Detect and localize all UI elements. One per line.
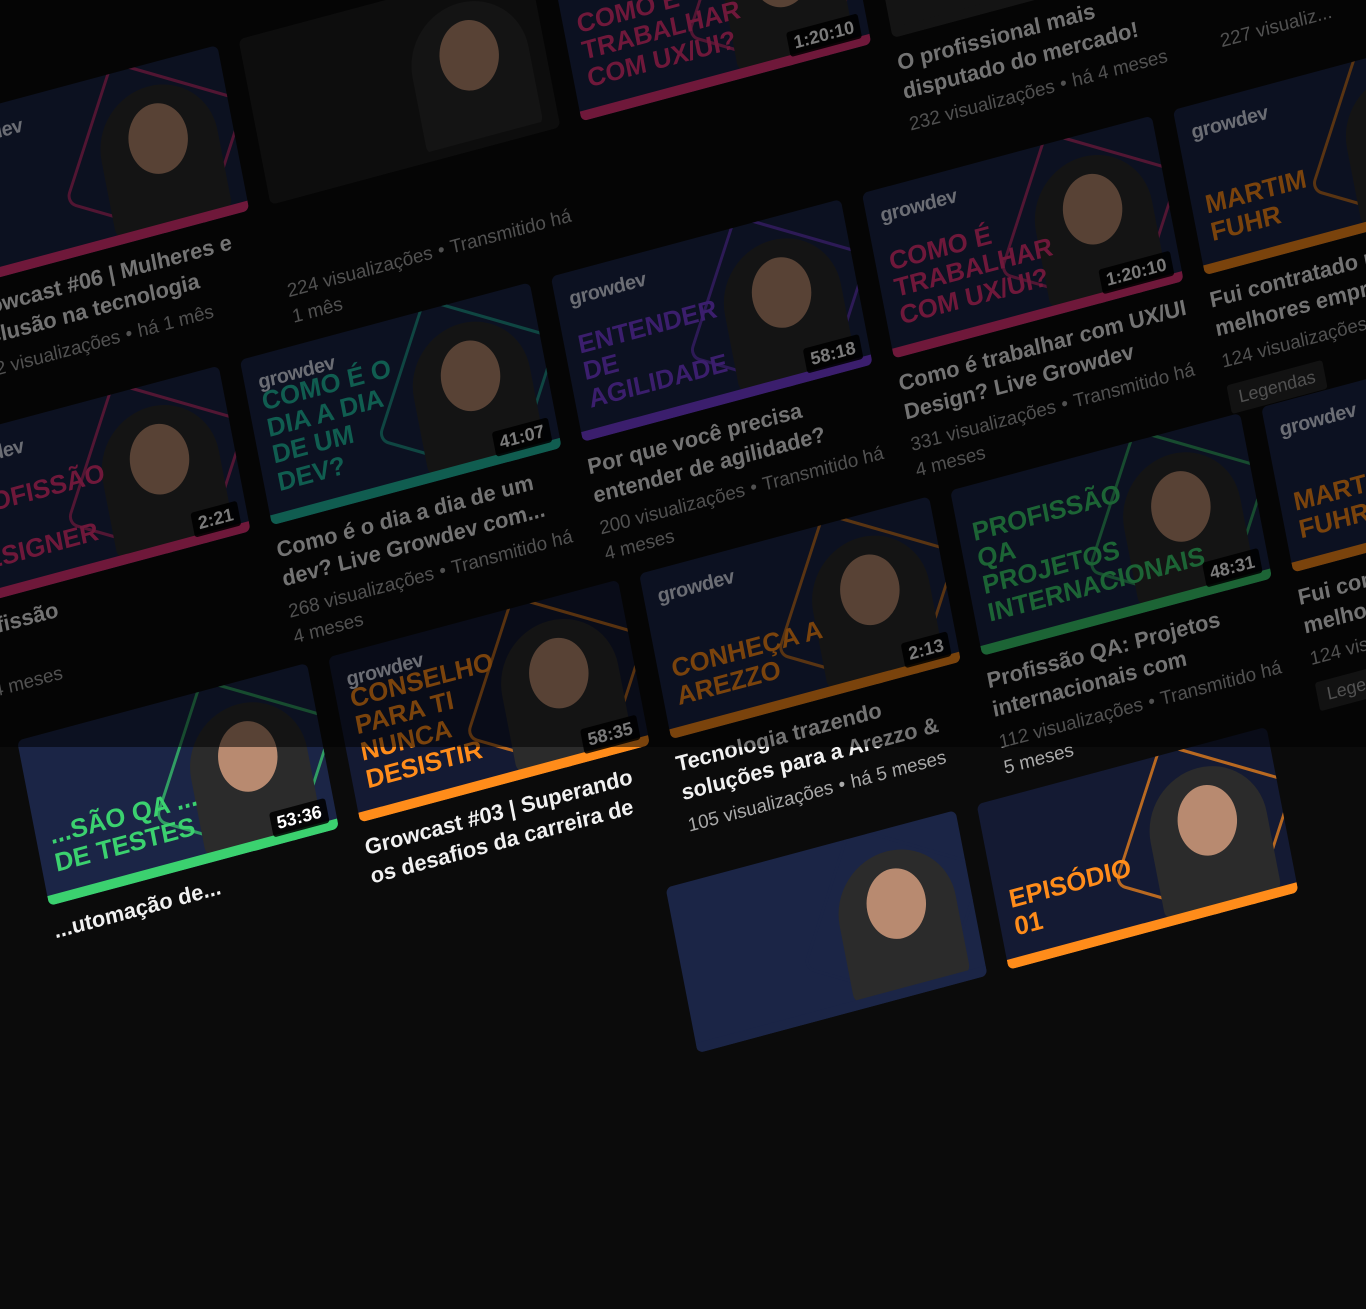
thumbnail-headline: [706, 982, 861, 1023]
presenter-face: [1171, 778, 1243, 863]
presenter-face: [860, 861, 932, 946]
presenter-face: [523, 630, 595, 716]
presenter-face: [434, 333, 507, 419]
presenter-face: [1145, 464, 1217, 549]
presenter-face: [122, 96, 194, 181]
presenter-face: [123, 416, 196, 502]
meta-separator: •: [1058, 72, 1069, 96]
presenter-face: [212, 714, 284, 799]
presenter-face: [744, 0, 816, 15]
meta-separator: •: [437, 559, 448, 583]
brand-logo: growdev: [1189, 101, 1270, 144]
presenter-face: [834, 547, 906, 632]
presenter-face: [433, 13, 505, 98]
thumbnail-headline: [279, 134, 434, 175]
meta-separator: •: [836, 773, 848, 797]
meta-separator: •: [436, 239, 447, 262]
meta-separator: •: [1059, 393, 1071, 416]
meta-separator: •: [123, 323, 135, 346]
brand-logo: growdev: [1277, 399, 1359, 442]
upload-time: ...4 meses: [0, 662, 65, 707]
meta-separator: •: [1146, 690, 1157, 714]
video-card[interactable]: growdevMARTIM FUHR1:48Fui contratado por…: [1172, 32, 1366, 414]
thumbnail-headline: A PROFISSÃO ... DESIGNER: [0, 457, 108, 581]
brand-logo: growdev: [655, 565, 736, 608]
brand-logo: growdev: [878, 185, 959, 228]
video-card[interactable]: growdev Growcast #06 | Mulheres e inclusã…: [0, 45, 274, 413]
meta-separator: •: [748, 476, 760, 500]
presenter-face: [745, 250, 818, 335]
video-grid: growdev Growcast #06 | Mulheres e inclusã…: [0, 0, 1366, 1295]
presenter-face: [1056, 166, 1129, 252]
thumbnail-headline: MARTIM FUHR: [1291, 460, 1366, 545]
thumbnail-headline: PROFISSÃO QA PROJETOS INTERNACIONAIS: [969, 477, 1208, 628]
brand-logo: growdev: [0, 114, 25, 157]
brand-logo: growdev: [567, 268, 648, 311]
